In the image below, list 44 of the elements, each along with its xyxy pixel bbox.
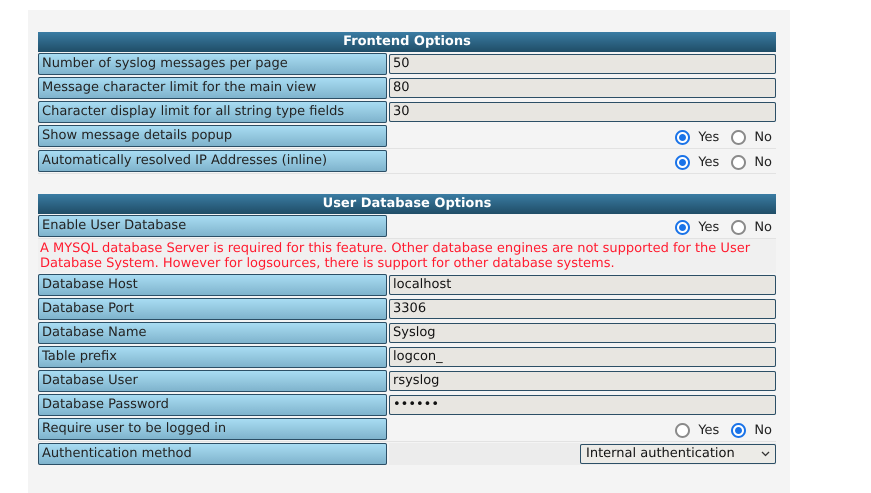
radio-label: Yes — [698, 422, 720, 440]
field-label: Database Port — [38, 298, 387, 320]
radio-button[interactable] — [675, 220, 690, 235]
radio-label: Yes — [698, 154, 720, 172]
warning-text: A MYSQL database Server is required for this feature. Other database engines are not supported for the User Database System. However for logsources, there is support for other database systems. — [38, 239, 776, 273]
section-header: Frontend Options — [38, 32, 776, 52]
text-input[interactable]: localhost — [389, 275, 776, 295]
field-label: Database Password — [38, 394, 387, 416]
text-input[interactable]: 3306 — [389, 299, 776, 319]
text-input[interactable]: rsyslog — [389, 371, 776, 391]
radio-label: Yes — [698, 218, 720, 236]
text-input[interactable]: 80 — [389, 78, 776, 98]
field-label: Number of syslog messages per page — [38, 53, 387, 75]
field-label: Authentication method — [38, 443, 387, 465]
radio-button[interactable] — [731, 422, 746, 438]
field-label: Show message details popup — [38, 125, 387, 147]
section-header: User Database Options — [38, 194, 776, 214]
field-label: Enable User Database — [38, 215, 387, 237]
text-input[interactable]: logcon_ — [389, 347, 776, 367]
radio-button[interactable] — [731, 220, 746, 235]
chevron-down-icon — [761, 451, 770, 457]
field-label: Database Name — [38, 322, 387, 344]
radio-label: No — [754, 154, 772, 172]
radio-button[interactable] — [675, 154, 690, 170]
radio-label: No — [754, 128, 772, 146]
radio-button[interactable] — [731, 154, 746, 170]
radio-label: Yes — [698, 128, 720, 146]
radio-label: No — [754, 422, 772, 440]
radio-button[interactable] — [675, 130, 690, 145]
dropdown-select[interactable]: Internal authentication — [580, 444, 776, 464]
radio-button[interactable] — [675, 422, 690, 438]
field-label: Database Host — [38, 274, 387, 296]
radio-label: No — [754, 218, 772, 236]
text-input[interactable]: 30 — [389, 102, 776, 122]
field-label: Character display limit for all string type fields — [38, 101, 387, 123]
text-input[interactable]: Syslog — [389, 323, 776, 343]
text-input[interactable]: •••••• — [389, 395, 776, 415]
field-label: Database User — [38, 370, 387, 392]
field-label: Require user to be logged in — [38, 418, 387, 440]
field-label: Automatically resolved IP Addresses (inline) — [38, 150, 387, 172]
field-label: Message character limit for the main view — [38, 77, 387, 99]
text-input[interactable]: 50 — [389, 54, 776, 74]
radio-button[interactable] — [731, 130, 746, 145]
field-label: Table prefix — [38, 346, 387, 368]
